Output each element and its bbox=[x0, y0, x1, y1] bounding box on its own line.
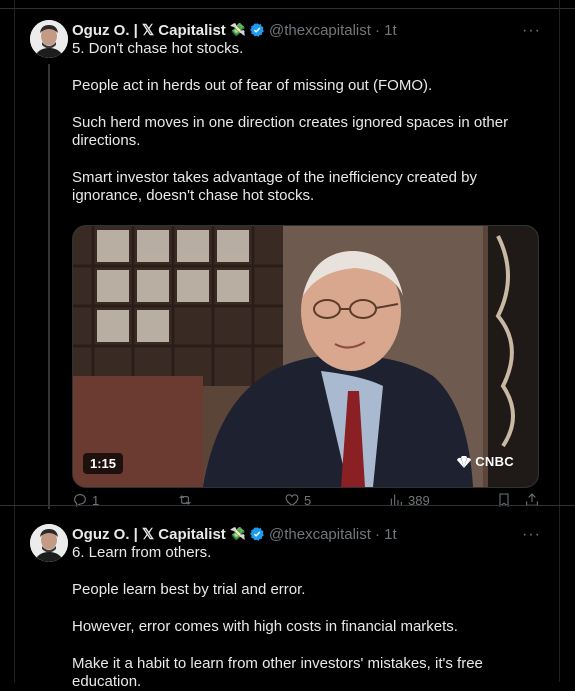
tweet-actions: 1 5 389 bbox=[72, 492, 542, 512]
more-options-button[interactable]: ··· bbox=[522, 22, 541, 40]
tweet-text: 5. Don't chase hot stocks. People act in… bbox=[72, 40, 542, 205]
video-duration: 1:15 bbox=[83, 453, 124, 474]
author-handle[interactable]: @thexcapitalist bbox=[269, 22, 371, 39]
tweet-timestamp[interactable]: · 1t bbox=[375, 22, 397, 39]
more-options-button[interactable]: ··· bbox=[522, 526, 541, 544]
column-border-right bbox=[559, 0, 560, 682]
author-name[interactable]: Oguz O. | 𝕏 Capitalist bbox=[72, 525, 226, 543]
tweet-paragraph: Smart investor takes advantage of the in… bbox=[72, 169, 477, 204]
tweet-paragraph: 6. Learn from others. bbox=[72, 544, 212, 561]
tweet-2[interactable]: Oguz O. | 𝕏 Capitalist 💸 @thexcapitalist… bbox=[14, 524, 559, 690]
money-emoji: 💸 bbox=[229, 526, 246, 541]
author-name[interactable]: Oguz O. | 𝕏 Capitalist bbox=[72, 21, 226, 39]
avatar[interactable] bbox=[30, 524, 68, 562]
avatar[interactable] bbox=[30, 20, 68, 58]
thread-line bbox=[48, 64, 50, 509]
tweet-paragraph: People learn best by trial and error. bbox=[72, 581, 306, 598]
tweet-timestamp[interactable]: · 1t bbox=[375, 526, 397, 543]
money-emoji: 💸 bbox=[229, 22, 246, 37]
cnbc-watermark: CNBC bbox=[455, 454, 514, 469]
video-player[interactable]: 1:15 CNBC bbox=[72, 225, 539, 488]
tweet-header: Oguz O. | 𝕏 Capitalist 💸 @thexcapitalist… bbox=[72, 524, 397, 544]
peacock-icon bbox=[457, 455, 472, 468]
top-divider bbox=[0, 8, 575, 9]
tweet-paragraph: 5. Don't chase hot stocks. bbox=[72, 40, 244, 57]
video-frame bbox=[73, 226, 538, 487]
tweet-1[interactable]: Oguz O. | 𝕏 Capitalist 💸 @thexcapitalist… bbox=[14, 20, 559, 509]
tweet-paragraph: Make it a habit to learn from other inve… bbox=[72, 655, 483, 690]
tweet-text: 6. Learn from others. People learn best … bbox=[72, 544, 542, 691]
author-handle[interactable]: @thexcapitalist bbox=[269, 526, 371, 543]
tweet-divider bbox=[0, 505, 575, 506]
verified-badge-icon bbox=[250, 23, 264, 37]
tweet-paragraph: However, error comes with high costs in … bbox=[72, 618, 458, 635]
tweet-header: Oguz O. | 𝕏 Capitalist 💸 @thexcapitalist… bbox=[72, 20, 397, 40]
tweet-paragraph: People act in herds out of fear of missi… bbox=[72, 77, 433, 94]
tweet-paragraph: Such herd moves in one direction creates… bbox=[72, 114, 509, 149]
cnbc-label: CNBC bbox=[475, 454, 514, 469]
verified-badge-icon bbox=[250, 527, 264, 541]
